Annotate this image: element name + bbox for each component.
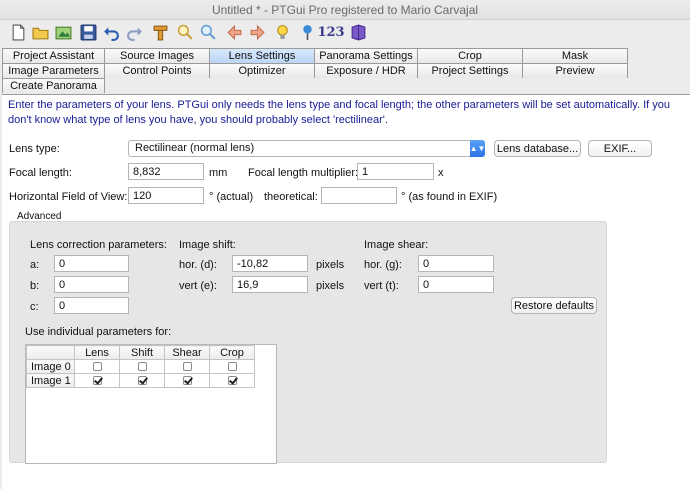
focal-multiplier-field[interactable] [357,163,434,180]
checkbox-image1-shift[interactable] [137,376,147,386]
shear-vert-field[interactable] [418,276,494,293]
grid-header-shift: Shift [119,345,165,360]
tab-project-settings[interactable]: Project Settings [417,63,523,78]
shift-hor-label: hor. (d): [179,259,217,271]
tab-control-points[interactable]: Control Points [104,63,210,78]
light-bulb-icon[interactable] [272,22,292,42]
tab-create-panorama[interactable]: Create Panorama [2,78,105,93]
lens-database-button[interactable]: Lens database... [494,140,581,157]
theoretical-note: ° (as found in EXIF) [401,191,498,203]
tab-panorama-settings[interactable]: Panorama Settings [314,48,418,63]
tab-project-assistant[interactable]: Project Assistant [2,48,105,63]
toolbar: 123 [0,20,690,46]
intro-text: Enter the parameters of your lens. PTGui… [8,99,670,126]
hfov-label: Horizontal Field of View: [9,191,128,203]
checkbox-image0-shift[interactable] [137,362,147,372]
theoretical-label: theoretical: [264,191,318,203]
lens-type-label: Lens type: [9,143,60,155]
exif-button[interactable]: EXIF... [588,140,652,157]
undo-icon[interactable] [101,22,121,42]
focal-length-label: Focal length: [9,167,72,179]
table-row: Image 0 [26,359,255,374]
grid-header-shear: Shear [164,345,210,360]
tab-row-3: Create Panorama [2,78,105,93]
grid-row-label: Image 1 [26,373,75,388]
checkbox-image0-crop[interactable] [227,362,237,372]
redo-icon[interactable] [124,22,144,42]
crop-icon[interactable] [150,22,170,42]
hfov-actual-label: ° (actual) [209,191,254,203]
theoretical-field[interactable] [321,187,397,204]
correction-title: Lens correction parameters: [30,239,167,251]
pin-icon[interactable] [297,22,317,42]
param-b-label: b: [30,280,40,292]
focal-length-unit: mm [209,167,228,179]
shear-hor-field[interactable] [418,255,494,272]
shift-vert-unit: pixels [316,280,345,292]
tab-row-2: Image Parameters Control Points Optimize… [2,63,628,78]
tab-row-1: Project Assistant Source Images Lens Set… [2,48,628,63]
checkbox-image0-shear[interactable] [182,362,192,372]
param-b-field[interactable] [54,276,129,293]
table-row: Image 1 [26,373,255,388]
individual-params-title: Use individual parameters for: [25,326,172,338]
tab-image-parameters[interactable]: Image Parameters [2,63,105,78]
shift-vert-label: vert (e): [179,280,217,292]
tab-preview[interactable]: Preview [522,63,628,78]
hfov-field[interactable] [128,187,204,204]
grid-row-label: Image 0 [26,359,75,374]
shear-title: Image shear: [364,239,429,251]
tab-mask[interactable]: Mask [522,48,628,63]
restore-defaults-button[interactable]: Restore defaults [511,297,597,314]
chevron-down-icon: ▲▼ [470,140,485,157]
tab-crop[interactable]: Crop [417,48,523,63]
tab-source-images[interactable]: Source Images [104,48,210,63]
tab-optimizer[interactable]: Optimizer [209,63,315,78]
tab-exposure-hdr[interactable]: Exposure / HDR [314,63,418,78]
shear-vert-label: vert (t): [364,280,399,292]
param-a-field[interactable] [54,255,129,272]
save-icon[interactable] [78,22,98,42]
checkbox-image0-lens[interactable] [92,362,102,372]
shift-vert-field[interactable] [232,276,308,293]
shift-hor-unit: pixels [316,259,345,271]
individual-params-grid: Lens Shift Shear Crop Image 0 Image 1 [25,344,277,464]
focal-multiplier-label: Focal length multiplier: [248,167,359,179]
lens-type-value: Rectilinear (normal lens) [135,142,255,154]
param-c-label: c: [30,301,39,313]
open-folder-icon[interactable] [30,22,50,42]
checkbox-image1-lens[interactable] [92,376,102,386]
grid-header-lens: Lens [74,345,120,360]
checkbox-image1-shear[interactable] [182,376,192,386]
help-book-icon[interactable] [348,22,368,42]
zoom-out-icon[interactable] [198,22,218,42]
focal-multiplier-unit: x [438,167,444,179]
new-document-icon[interactable] [8,22,28,42]
focal-length-field[interactable] [128,163,204,180]
grid-header-crop: Crop [209,345,255,360]
load-images-icon[interactable] [53,22,73,42]
zoom-in-icon[interactable] [175,22,195,42]
param-a-label: a: [30,259,40,271]
lens-type-select[interactable]: Rectilinear (normal lens) ▲▼ [128,140,485,157]
shift-title: Image shift: [179,239,236,251]
param-c-field[interactable] [54,297,129,314]
shift-hor-field[interactable] [232,255,308,272]
tab-lens-settings[interactable]: Lens Settings [209,48,315,63]
numbers-icon[interactable]: 123 [317,22,344,42]
window-title: Untitled * - PTGui Pro registered to Mar… [211,3,479,17]
checkbox-image1-crop[interactable] [227,376,237,386]
forward-arrow-icon[interactable] [247,22,267,42]
back-arrow-icon[interactable] [224,22,244,42]
grid-corner [26,345,75,360]
shear-hor-label: hor. (g): [364,259,402,271]
title-bar: Untitled * - PTGui Pro registered to Mar… [0,0,690,20]
